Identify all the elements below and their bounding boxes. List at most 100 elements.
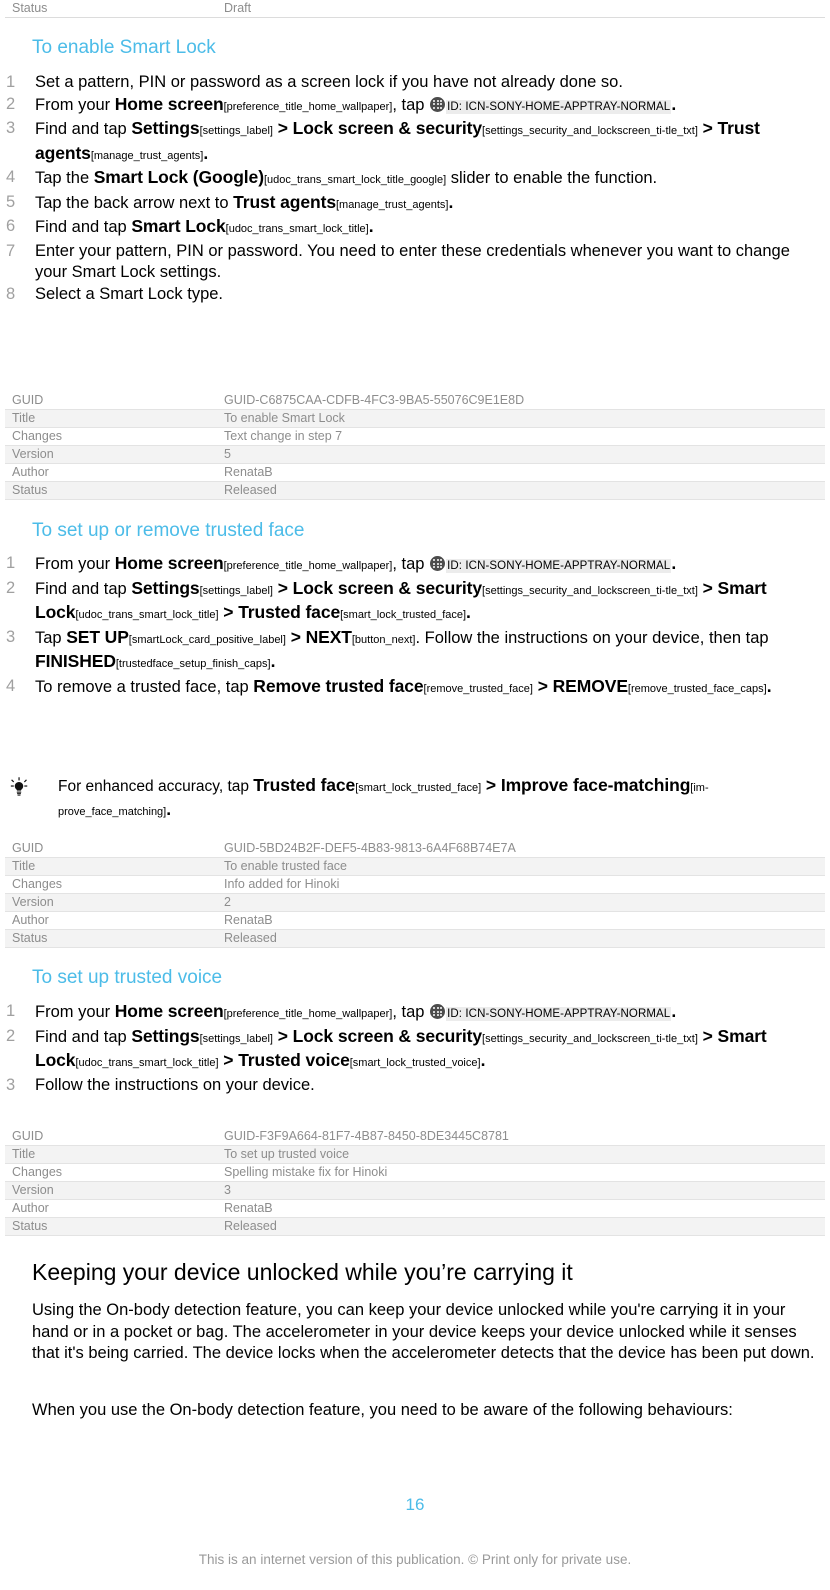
step-prefix: From your	[35, 95, 115, 114]
steps-enable-smart-lock: 1 Set a pattern, PIN or password as a scr…	[0, 72, 790, 305]
separator: >	[218, 1050, 239, 1070]
meta-value: 2	[217, 893, 825, 912]
step-number: 3	[6, 627, 16, 646]
ui-string: SET UP	[66, 626, 129, 647]
ui-string: Home screen	[114, 553, 224, 573]
step-number: 1	[6, 1002, 16, 1020]
step-mid: , tap	[392, 95, 430, 114]
resource-token: [manage_trust_agents]	[90, 149, 204, 162]
resource-token: [smart_lock_trusted_face]	[355, 782, 482, 794]
resource-token: [preference_title_home_wallpaper]	[223, 100, 393, 113]
ui-string: NEXT	[305, 626, 352, 647]
resource-token: [smart_lock_trusted_face]	[340, 609, 467, 621]
table-row: Author RenataB	[5, 1199, 825, 1218]
table-row: Changes Spelling mistake fix for Hinoki	[5, 1163, 825, 1182]
list-item: 8 Select a Smart Lock type.	[0, 284, 790, 306]
meta-key: Status	[5, 1217, 217, 1236]
separator: >	[272, 577, 293, 598]
meta-value: To enable Smart Lock	[217, 409, 825, 428]
list-item: 1 Set a pattern, PIN or password as a scr…	[0, 72, 790, 94]
meta-key: Version	[5, 893, 217, 912]
tip-note-trusted-face: For enhanced accuracy, tap Trusted face[…	[0, 775, 790, 823]
resource-token: [manage_trust_agents]	[335, 198, 449, 211]
table-row: Author RenataB	[5, 463, 825, 482]
resource-token: [preference_title_home_wallpaper]	[223, 560, 393, 572]
step-number: 5	[6, 192, 16, 211]
meta-value: Released	[217, 1217, 825, 1236]
resource-token: [udoc_trans_smart_lock_title_google]	[263, 174, 447, 186]
meta-key: Status	[5, 929, 217, 948]
step-suffix: .	[671, 1001, 677, 1021]
list-item: 3 Tap SET UP[smartLock_card_positive_labe…	[0, 627, 790, 676]
step-number: 2	[6, 578, 16, 597]
step-number: 6	[6, 217, 16, 235]
ui-string: Improve face-matching	[500, 775, 691, 795]
resource-token: [settings_label]	[199, 125, 273, 137]
meta-key: Author	[5, 911, 217, 930]
meta-key: Changes	[5, 1163, 217, 1182]
separator: >	[697, 577, 718, 598]
step-number: 7	[6, 241, 16, 260]
apptray-icon	[430, 1004, 446, 1019]
meta-value: Info added for Hinoki	[217, 875, 825, 894]
list-item: 3 Find and tap Settings[settings_label] >…	[0, 118, 790, 167]
resource-token: [udoc_trans_smart_lock_title]	[75, 1057, 219, 1069]
heading-text: To set up or remove trusted face	[32, 520, 305, 541]
top-partial-meta-table: Status Draft	[0, 0, 830, 18]
table-row: GUID GUID-5BD24B2F-DEF5-4B83-9813-6A4F68B…	[5, 840, 825, 858]
list-item: 2 Find and tap Settings[settings_label] >…	[0, 578, 790, 627]
step-prefix: From your	[35, 1003, 115, 1021]
step-suffix: .	[671, 553, 677, 573]
step-prefix: Find and tap	[35, 1027, 132, 1046]
icon-id-token: ID: ICN-SONY-HOME-APPTRAY-NORMAL	[446, 99, 672, 114]
meta-key: GUID	[5, 1128, 217, 1146]
ui-string: Smart Lock	[131, 216, 226, 236]
step-number: 4	[6, 676, 16, 695]
table-row: Version 5	[5, 445, 825, 464]
resource-token: [button_next]	[351, 633, 416, 646]
table-row: Version 3	[5, 1181, 825, 1200]
tip-prefix: For enhanced accuracy, tap	[58, 778, 254, 795]
meta-table-enable-smart-lock: GUID GUID-C6875CAA-CDFB-4FC3-9BA5-55076C9…	[0, 392, 830, 500]
ui-string: Settings	[131, 1025, 200, 1046]
table-row: Version 2	[5, 893, 825, 912]
meta-key: Changes	[5, 875, 217, 894]
resource-token: [settings_label]	[199, 584, 273, 597]
meta-value: RenataB	[217, 911, 825, 930]
step-prefix: From your	[35, 555, 115, 573]
table-row: Title To set up trusted voice	[5, 1145, 825, 1164]
resource-token: [smart_lock_trusted_voice]	[349, 1057, 481, 1069]
footer-notice: This is an internet version of this publ…	[198, 1552, 632, 1567]
step-suffix: .	[766, 675, 772, 696]
separator: >	[532, 675, 553, 696]
resource-token: [remove_trusted_face]	[423, 682, 533, 695]
meta-key: Title	[5, 1145, 217, 1164]
meta-table-trusted-face: GUID GUID-5BD24B2F-DEF5-4B83-9813-6A4F68B…	[0, 840, 830, 948]
meta-value: Text change in step 7	[217, 427, 825, 446]
ui-string: Home screen	[114, 1001, 224, 1021]
meta-value: RenataB	[217, 1199, 825, 1218]
step-text: Enter your pattern, PIN or password. You…	[35, 241, 790, 282]
ui-string: Trust agents	[233, 191, 336, 212]
meta-key: Status	[12, 1, 48, 15]
meta-key: GUID	[5, 392, 217, 410]
step-text: Set a pattern, PIN or password as a scre…	[35, 73, 623, 91]
meta-value: 5	[217, 445, 825, 464]
step-prefix: Find and tap	[35, 218, 132, 236]
ui-string: Remove trusted face	[253, 675, 424, 696]
resource-token: [settings_label]	[199, 1032, 273, 1045]
step-text: Select a Smart Lock type.	[35, 284, 224, 303]
resource-token: [settings_security_and_lockscreen_ti-tle…	[482, 584, 698, 597]
meta-key: Changes	[5, 427, 217, 446]
list-item: 6 Find and tap Smart Lock[udoc_trans_smar…	[0, 216, 790, 241]
meta-value: Spelling mistake fix for Hinoki	[217, 1163, 825, 1182]
section-heading-trusted-voice: To set up trusted voice	[32, 966, 222, 990]
icon-id-token: ID: ICN-SONY-HOME-APPTRAY-NORMAL	[446, 559, 672, 573]
paragraph-text: When you use the On-body detection featu…	[32, 1401, 733, 1419]
step-number: 2	[6, 1026, 16, 1045]
step-suffix: slider to enable the function.	[446, 169, 658, 187]
list-item: 2 From your Home screen[preference_title_…	[0, 94, 790, 119]
meta-key: Author	[5, 1199, 217, 1218]
separator: >	[272, 1025, 293, 1046]
ui-string: Lock screen & security	[292, 1025, 483, 1046]
